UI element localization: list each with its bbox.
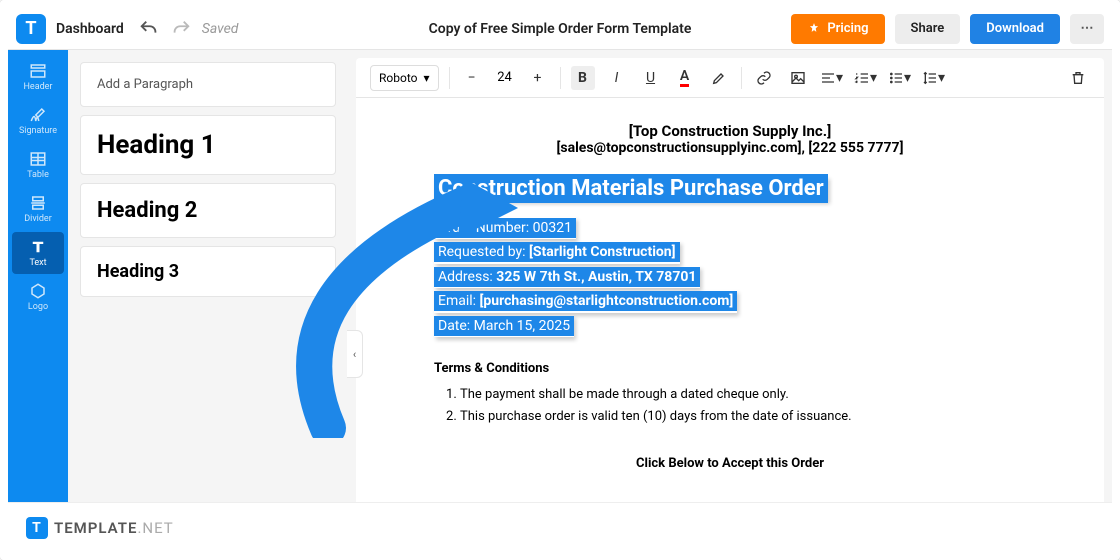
dashboard-link[interactable]: Dashboard	[56, 21, 124, 37]
align-button[interactable]: ▾	[820, 66, 844, 90]
share-button[interactable]: Share	[895, 14, 961, 44]
delete-button[interactable]	[1066, 66, 1090, 90]
nav-divider[interactable]: Divider	[12, 188, 64, 230]
bold-button[interactable]: B	[571, 66, 595, 90]
numbered-list-button[interactable]: ▾	[854, 66, 878, 90]
redo-icon[interactable]	[170, 18, 192, 40]
bullet-list-button[interactable]: ▾	[888, 66, 912, 90]
pricing-label: Pricing	[827, 21, 868, 36]
line-spacing-button[interactable]: ▾	[922, 66, 946, 90]
highlight-button[interactable]	[707, 66, 731, 90]
main: Header Signature Table Divider Text Logo…	[8, 50, 1112, 502]
app-logo[interactable]: T	[16, 14, 46, 44]
term-2: This purchase order is valid ten (10) da…	[460, 406, 1026, 428]
order-line[interactable]: Order Number: 00321	[434, 218, 576, 238]
underline-button[interactable]: U	[639, 66, 663, 90]
editor-area: ‹ Roboto▾ − 24 + B I U A ▾ ▾ ▾ ▾ [Top Co…	[348, 50, 1112, 502]
footer-logo[interactable]: T TEMPLATE.NET	[26, 517, 174, 539]
separator	[560, 67, 561, 89]
format-toolbar: Roboto▾ − 24 + B I U A ▾ ▾ ▾ ▾	[356, 58, 1104, 98]
requested-line[interactable]: Requested by: [Starlight Construction]	[434, 242, 680, 262]
company-name[interactable]: [Top Construction Supply Inc.]	[434, 122, 1026, 140]
saved-indicator: Saved	[202, 21, 239, 37]
undo-icon[interactable]	[138, 18, 160, 40]
decrease-size-button[interactable]: −	[460, 66, 484, 90]
terms-heading[interactable]: Terms & Conditions	[434, 361, 1026, 376]
nav-table[interactable]: Table	[12, 144, 64, 186]
italic-button[interactable]: I	[605, 66, 629, 90]
increase-size-button[interactable]: +	[526, 66, 550, 90]
more-button[interactable]: ⋯	[1070, 14, 1104, 44]
nav-signature[interactable]: Signature	[12, 100, 64, 142]
footer: T TEMPLATE.NET	[8, 502, 1112, 552]
heading-2-button[interactable]: Heading 2	[80, 183, 336, 238]
separator	[449, 67, 450, 89]
add-paragraph-button[interactable]: Add a Paragraph	[80, 62, 336, 107]
footer-logo-icon: T	[26, 517, 48, 539]
topbar-actions: Pricing Share Download ⋯	[791, 14, 1104, 44]
text-color-button[interactable]: A	[673, 66, 697, 90]
accept-heading[interactable]: Click Below to Accept this Order	[434, 456, 1026, 471]
download-button[interactable]: Download	[970, 14, 1060, 44]
nav-text[interactable]: Text	[12, 232, 64, 274]
document-page[interactable]: [Top Construction Supply Inc.] [sales@to…	[356, 98, 1104, 502]
company-contact[interactable]: [sales@topconstructionsupplyinc.com], [2…	[434, 140, 1026, 156]
nav-logo[interactable]: Logo	[12, 276, 64, 318]
text-panel: Add a Paragraph Heading 1 Heading 2 Head…	[68, 50, 348, 502]
link-button[interactable]	[752, 66, 776, 90]
email-line[interactable]: Email: [purchasing@starlightconstruction…	[434, 291, 737, 311]
font-select[interactable]: Roboto▾	[370, 65, 439, 91]
font-size-value[interactable]: 24	[494, 70, 516, 85]
topbar: T Dashboard Saved Copy of Free Simple Or…	[8, 8, 1112, 50]
term-1: The payment shall be made through a date…	[460, 384, 1026, 406]
doc-title-selected[interactable]: Construction Materials Purchase Order	[434, 174, 828, 203]
left-nav: Header Signature Table Divider Text Logo	[8, 50, 68, 502]
chevron-down-icon: ▾	[423, 71, 429, 85]
address-line[interactable]: Address: 325 W 7th St., Austin, TX 78701	[434, 267, 700, 287]
date-line[interactable]: Date: March 15, 2025	[434, 316, 574, 336]
heading-3-button[interactable]: Heading 3	[80, 246, 336, 297]
terms-list[interactable]: The payment shall be made through a date…	[460, 384, 1026, 428]
image-button[interactable]	[786, 66, 810, 90]
heading-1-button[interactable]: Heading 1	[80, 115, 336, 175]
document-title[interactable]: Copy of Free Simple Order Form Template	[429, 21, 692, 37]
nav-header[interactable]: Header	[12, 56, 64, 98]
pricing-button[interactable]: Pricing	[791, 14, 884, 44]
collapse-panel-button[interactable]: ‹	[347, 330, 363, 378]
separator	[741, 67, 742, 89]
